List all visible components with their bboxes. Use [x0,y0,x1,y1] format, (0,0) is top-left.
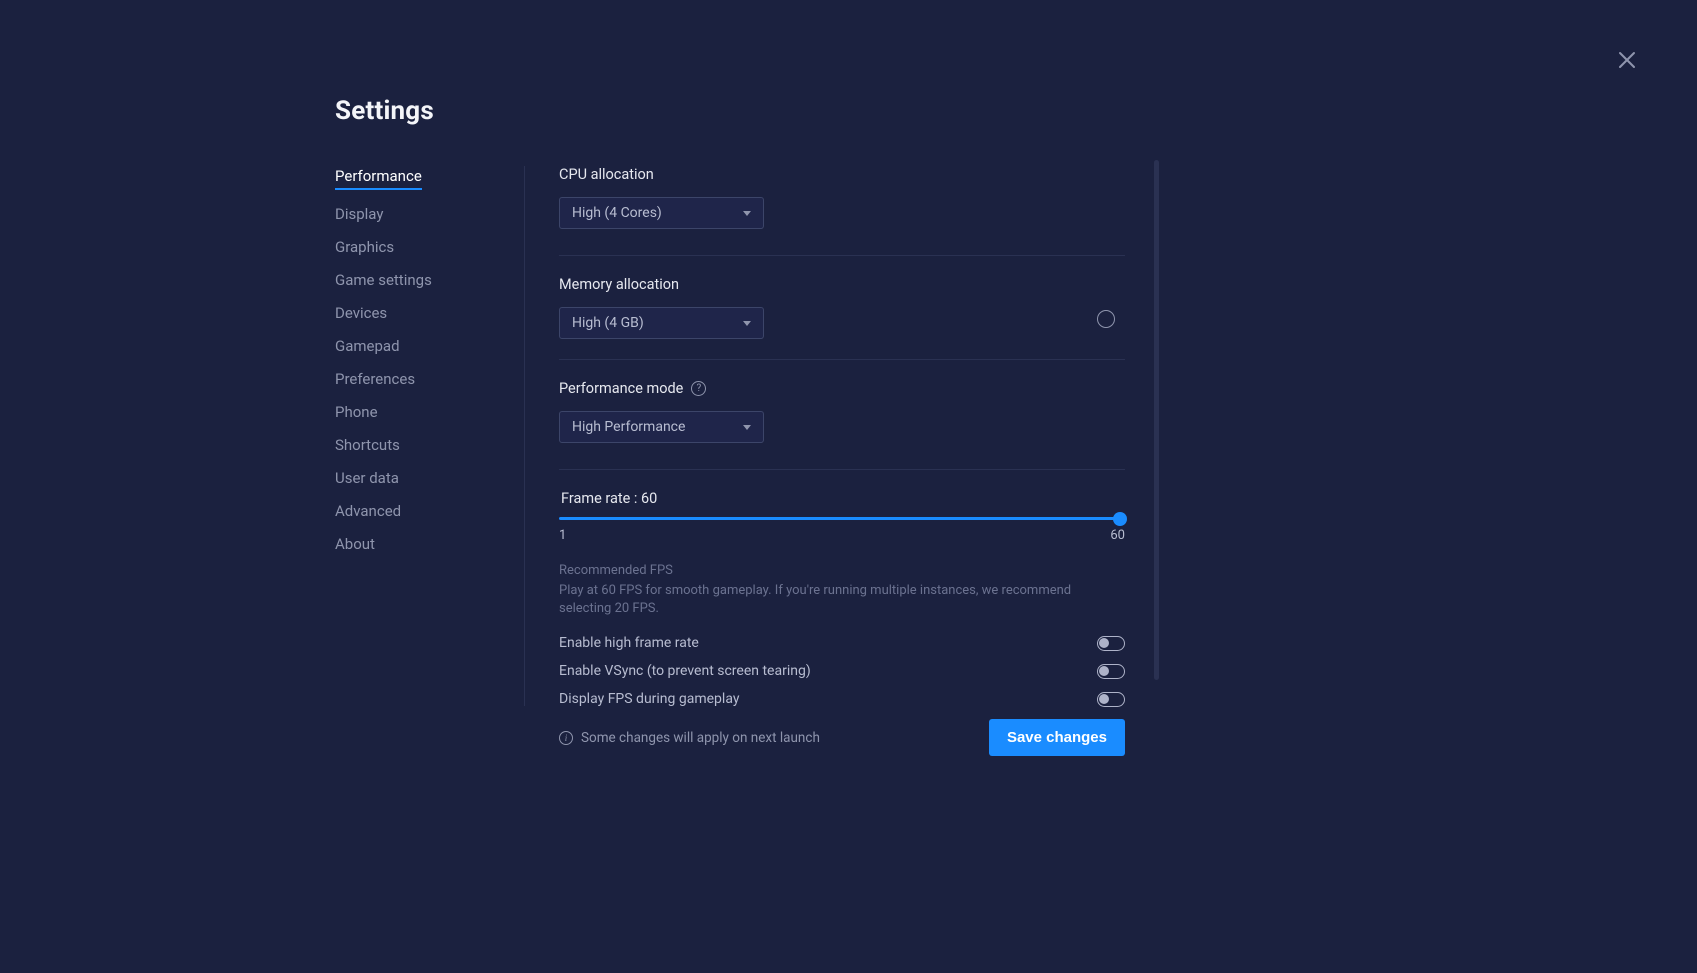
settings-modal: Settings Performance Display Graphics Ga… [0,0,1697,973]
performance-mode-select[interactable]: High Performance [559,411,764,443]
chevron-down-icon [743,211,751,216]
sidebar-item-display[interactable]: Display [335,205,383,223]
toggle-row-display-fps: Display FPS during gameplay [559,691,1125,707]
section-frame-rate: Frame rate : 60 1 60 Recommended FPS Pla… [559,490,1125,745]
slider-min: 1 [559,528,566,543]
settings-main-panel: CPU allocation High (4 Cores) Memory all… [525,166,1125,706]
chevron-down-icon [743,321,751,326]
memory-allocation-select[interactable]: High (4 GB) [559,307,764,339]
sidebar-item-preferences[interactable]: Preferences [335,370,415,388]
sidebar-item-performance[interactable]: Performance [335,167,422,190]
settings-footer: i Some changes will apply on next launch… [559,719,1125,756]
toggle-row-vsync: Enable VSync (to prevent screen tearing) [559,663,1125,679]
slider-max: 60 [1110,528,1125,543]
performance-mode-value: High Performance [572,419,685,435]
enable-vsync-label: Enable VSync (to prevent screen tearing) [559,663,811,679]
performance-mode-label: Performance mode [559,380,683,397]
enable-high-fps-toggle[interactable] [1097,636,1125,651]
section-performance-mode: Performance mode ? High Performance [559,380,1125,470]
sidebar-item-user-data[interactable]: User data [335,469,399,487]
fps-hint-body: Play at 60 FPS for smooth gameplay. If y… [559,582,1125,617]
sidebar-item-devices[interactable]: Devices [335,304,387,322]
settings-sidebar: Performance Display Graphics Game settin… [335,166,525,706]
memory-allocation-value: High (4 GB) [572,315,644,331]
scrollbar[interactable] [1154,160,1159,680]
toggle-row-high-fps: Enable high frame rate [559,635,1125,651]
reset-icon[interactable] [1097,310,1115,328]
section-memory: Memory allocation High (4 GB) [559,276,1125,360]
chevron-down-icon [743,425,751,430]
sidebar-item-game-settings[interactable]: Game settings [335,271,432,289]
enable-vsync-toggle[interactable] [1097,664,1125,679]
cpu-allocation-select[interactable]: High (4 Cores) [559,197,764,229]
sidebar-item-graphics[interactable]: Graphics [335,238,394,256]
frame-rate-title: Frame rate : 60 [561,490,1125,507]
save-changes-button[interactable]: Save changes [989,719,1125,756]
sidebar-item-advanced[interactable]: Advanced [335,502,401,520]
sidebar-item-phone[interactable]: Phone [335,403,378,421]
fps-hint-title: Recommended FPS [559,563,1125,578]
help-icon[interactable]: ? [691,381,706,396]
memory-allocation-label: Memory allocation [559,276,679,293]
sidebar-item-gamepad[interactable]: Gamepad [335,337,400,355]
footer-note: i Some changes will apply on next launch [559,730,820,746]
page-title: Settings [335,96,1125,126]
sidebar-item-shortcuts[interactable]: Shortcuts [335,436,400,454]
slider-thumb[interactable] [1113,512,1127,526]
close-icon[interactable] [1615,48,1639,72]
frame-rate-slider[interactable] [559,517,1125,520]
cpu-allocation-label: CPU allocation [559,166,654,183]
info-icon: i [559,731,573,745]
sidebar-item-about[interactable]: About [335,535,375,553]
display-fps-label: Display FPS during gameplay [559,691,739,707]
display-fps-toggle[interactable] [1097,692,1125,707]
section-cpu: CPU allocation High (4 Cores) [559,166,1125,256]
enable-high-fps-label: Enable high frame rate [559,635,699,651]
cpu-allocation-value: High (4 Cores) [572,205,662,221]
